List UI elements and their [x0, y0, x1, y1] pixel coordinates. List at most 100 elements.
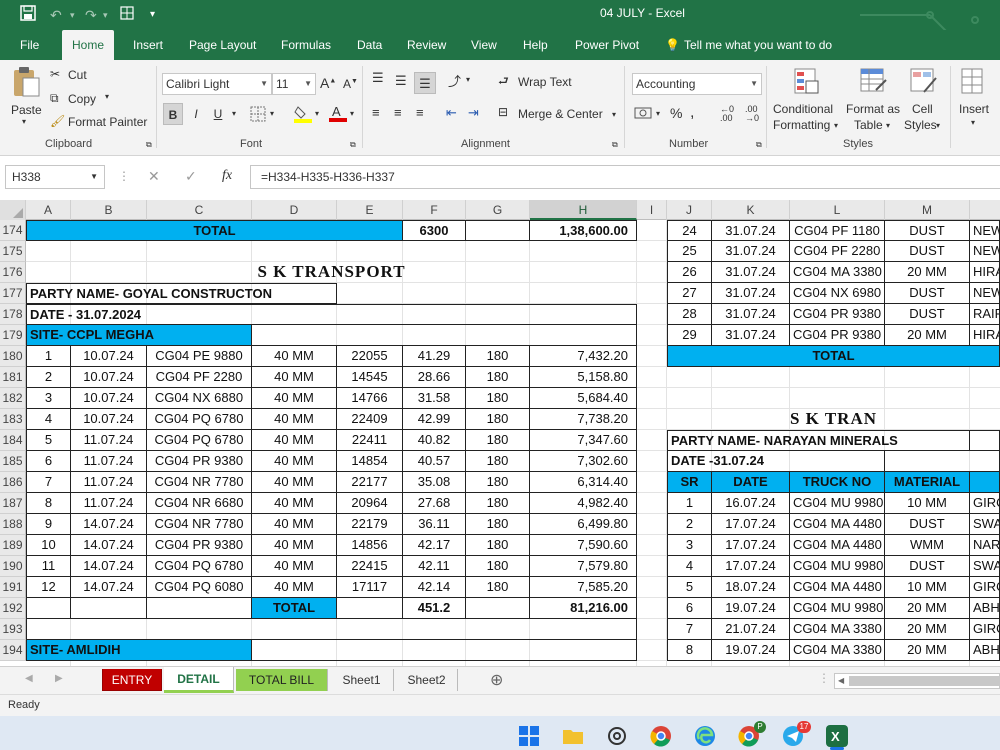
data-cell[interactable]: CG04 NR 6680 — [147, 493, 252, 514]
data-cell[interactable]: CG04 NX 6980 — [790, 283, 885, 304]
data-cell[interactable]: 20 MM — [885, 598, 970, 619]
align-middle-icon[interactable]: ☰ — [395, 73, 407, 89]
cancel-formula-icon[interactable]: ✕ — [148, 168, 160, 185]
data-cell[interactable]: 29 — [667, 325, 712, 346]
font-color-dropdown-icon[interactable]: ▾ — [350, 109, 354, 118]
undo-icon[interactable]: ↶ — [50, 5, 62, 25]
tab-review[interactable]: Review — [407, 30, 446, 60]
chatgpt-icon[interactable] — [606, 725, 628, 747]
orientation-dropdown-icon[interactable]: ▾ — [466, 75, 470, 84]
data-cell[interactable]: 42.99 — [403, 409, 466, 430]
add-sheet-icon[interactable]: ⊕ — [490, 670, 503, 690]
sheet-tab-detail[interactable]: DETAIL — [164, 667, 234, 693]
align-top-icon[interactable]: ☰ — [372, 70, 384, 86]
row-header-189[interactable]: 189 — [0, 535, 26, 556]
copy-dropdown-icon[interactable]: ▾ — [105, 92, 109, 101]
column-header-c[interactable]: C — [147, 200, 252, 220]
cut-button[interactable]: Cut — [68, 68, 87, 82]
data-cell[interactable]: 8 — [26, 493, 71, 514]
data-cell[interactable]: 18.07.24 — [712, 577, 790, 598]
data-cell[interactable]: 31.07.24 — [712, 304, 790, 325]
bold-button[interactable]: B — [163, 103, 183, 125]
cell[interactable] — [252, 325, 637, 346]
decrease-decimal-icon[interactable]: .00 →0 — [745, 105, 759, 123]
column-header-e[interactable]: E — [337, 200, 403, 220]
data-cell[interactable]: 20 MM — [885, 619, 970, 640]
data-cell[interactable]: CG04 PF 2280 — [790, 241, 885, 262]
data-cell[interactable]: CG04 MU 9980 — [790, 598, 885, 619]
data-cell[interactable]: 2 — [667, 514, 712, 535]
formula-input[interactable]: =H334-H335-H336-H337 — [250, 165, 1000, 189]
data-cell[interactable]: 19.07.24 — [712, 598, 790, 619]
data-cell[interactable]: 20 MM — [885, 640, 970, 661]
data-cell[interactable]: 22411 — [337, 430, 403, 451]
conditional-formatting-button[interactable]: Conditional Formatting ▾ — [772, 66, 842, 136]
name-box[interactable]: H338 ▼ — [5, 165, 105, 189]
data-cell[interactable]: 22179 — [337, 514, 403, 535]
data-cell[interactable]: DUST — [885, 220, 970, 241]
column-header-j[interactable]: J — [667, 200, 712, 220]
increase-decimal-icon[interactable]: ←0.00 — [720, 105, 734, 123]
data-cell[interactable]: DUST — [885, 556, 970, 577]
data-cell[interactable]: 11.07.24 — [71, 493, 147, 514]
column-header-n[interactable] — [970, 200, 1000, 220]
tab-file[interactable]: File — [20, 30, 39, 60]
data-cell[interactable]: NAR — [970, 535, 1000, 556]
data-cell[interactable]: SWA — [970, 514, 1000, 535]
excel-taskbar-icon[interactable]: X — [826, 725, 848, 747]
data-cell[interactable]: 20964 — [337, 493, 403, 514]
data-cell[interactable]: 7,302.60 — [530, 451, 637, 472]
insert-function-icon[interactable]: fx — [222, 168, 232, 184]
file-explorer-icon[interactable] — [562, 725, 584, 747]
subtotal-cell[interactable]: 451.2 — [403, 598, 466, 619]
insert-cells-button[interactable]: Insert ▾ — [956, 66, 996, 136]
column-header-f[interactable]: F — [403, 200, 466, 220]
data-cell[interactable]: 10.07.24 — [71, 367, 147, 388]
row-header-188[interactable]: 188 — [0, 514, 26, 535]
data-cell[interactable]: 5 — [667, 577, 712, 598]
data-cell[interactable]: 14854 — [337, 451, 403, 472]
tab-power-pivot[interactable]: Power Pivot — [575, 30, 639, 60]
scroll-left-icon[interactable]: ◀ — [838, 674, 844, 688]
data-cell[interactable]: 180 — [466, 388, 530, 409]
data-cell[interactable]: 40 MM — [252, 577, 337, 598]
row-header-178[interactable]: 178 — [0, 304, 26, 325]
data-cell[interactable]: 31.07.24 — [712, 241, 790, 262]
align-center-icon[interactable]: ≡ — [394, 105, 402, 120]
data-cell[interactable]: 3 — [667, 535, 712, 556]
table-header-cell[interactable]: MATERIAL — [885, 472, 970, 493]
data-cell[interactable]: 14545 — [337, 367, 403, 388]
fill-color-icon[interactable] — [294, 104, 312, 127]
data-cell[interactable]: 40 MM — [252, 535, 337, 556]
row-header-182[interactable]: 182 — [0, 388, 26, 409]
data-cell[interactable]: 36.11 — [403, 514, 466, 535]
increase-font-icon[interactable]: A▲ — [320, 75, 336, 91]
align-bottom-icon[interactable]: ☰ — [414, 72, 436, 94]
data-cell[interactable]: 31.07.24 — [712, 220, 790, 241]
data-cell[interactable]: 17117 — [337, 577, 403, 598]
data-cell[interactable]: CG04 PQ 6780 — [147, 430, 252, 451]
row-header-184[interactable]: 184 — [0, 430, 26, 451]
row-header-176[interactable]: 176 — [0, 262, 26, 283]
data-cell[interactable]: CG04 PQ 6080 — [147, 577, 252, 598]
data-cell[interactable]: ABHA — [970, 640, 1000, 661]
data-cell[interactable]: 6,499.80 — [530, 514, 637, 535]
data-cell[interactable]: NEW — [970, 220, 1000, 241]
company-title[interactable]: S K TRANSPORT — [26, 262, 637, 283]
data-cell[interactable]: 31.58 — [403, 388, 466, 409]
total-cell[interactable]: TOTAL — [26, 220, 403, 241]
redo-dropdown-icon[interactable]: ▾ — [103, 5, 108, 25]
data-cell[interactable]: 2 — [26, 367, 71, 388]
row-header-186[interactable]: 186 — [0, 472, 26, 493]
decrease-font-icon[interactable]: A▼ — [343, 77, 358, 91]
data-cell[interactable]: GIRO — [970, 619, 1000, 640]
data-cell[interactable]: 14.07.24 — [71, 535, 147, 556]
party-name-cell[interactable]: PARTY NAME- GOYAL CONSTRUCTON — [26, 283, 337, 304]
data-cell[interactable]: CG04 MA 3380 — [790, 619, 885, 640]
data-cell[interactable]: 19.07.24 — [712, 640, 790, 661]
data-cell[interactable]: 4 — [667, 556, 712, 577]
cell[interactable] — [466, 220, 530, 241]
data-cell[interactable]: 40 MM — [252, 514, 337, 535]
data-cell[interactable]: 40 MM — [252, 451, 337, 472]
data-cell[interactable]: 40 MM — [252, 367, 337, 388]
